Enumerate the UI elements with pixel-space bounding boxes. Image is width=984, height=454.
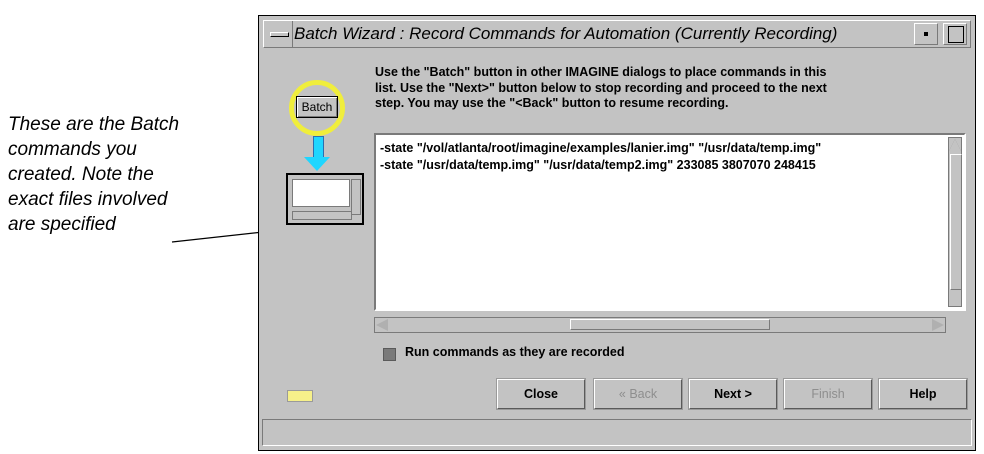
horizontal-scroll-thumb[interactable] <box>570 319 770 330</box>
scroll-down-icon[interactable] <box>949 293 961 305</box>
scroll-up-icon[interactable] <box>949 139 961 151</box>
down-arrow-icon <box>313 136 324 159</box>
close-button[interactable]: Close <box>497 379 585 409</box>
horizontal-scrollbar[interactable] <box>374 317 946 333</box>
command-item[interactable]: -state "/vol/atlanta/root/imagine/exampl… <box>380 140 944 157</box>
vertical-scroll-thumb[interactable] <box>950 154 962 290</box>
back-button[interactable]: « Back <box>594 379 682 409</box>
title-separator <box>292 21 293 47</box>
command-list[interactable]: -state "/vol/atlanta/root/imagine/exampl… <box>380 140 944 174</box>
scroll-right-icon[interactable] <box>932 319 944 331</box>
annotation-line: created. Note the <box>8 164 154 185</box>
command-item[interactable]: -state "/usr/data/temp.img" "/usr/data/t… <box>380 157 944 174</box>
scroll-left-icon[interactable] <box>376 319 388 331</box>
instruction-line: step. You may use the "<Back" button to … <box>375 96 729 110</box>
help-button[interactable]: Help <box>879 379 967 409</box>
annotation-line: commands you <box>8 139 137 160</box>
title-bar[interactable]: Batch Wizard : Record Commands for Autom… <box>263 20 971 48</box>
batch-wizard-window: Batch Wizard : Record Commands for Autom… <box>258 15 976 451</box>
next-button[interactable]: Next > <box>689 379 777 409</box>
command-list-box[interactable]: -state "/vol/atlanta/root/imagine/exampl… <box>374 133 966 311</box>
instructions-text: Use the "Batch" button in other IMAGINE … <box>375 65 965 112</box>
instruction-line: list. Use the "Next>" button below to st… <box>375 80 827 95</box>
annotation-line: are specified <box>8 214 116 235</box>
annotation-line: These are the Batch <box>8 114 180 135</box>
down-arrow-icon-head <box>304 157 330 171</box>
status-bar <box>262 419 972 446</box>
vertical-scrollbar[interactable] <box>948 137 962 307</box>
status-indicator <box>287 390 313 402</box>
batch-button-illustration: Batch <box>296 96 338 118</box>
run-as-recorded-checkbox[interactable] <box>383 348 396 361</box>
window-menu-button[interactable] <box>268 24 290 44</box>
finish-button[interactable]: Finish <box>784 379 872 409</box>
maximize-button[interactable] <box>943 23 967 45</box>
annotation-callout: These are the Batch commands you created… <box>8 112 238 237</box>
window-title: Batch Wizard : Record Commands for Autom… <box>294 24 838 43</box>
instruction-line: Use the "Batch" button in other IMAGINE … <box>375 65 827 79</box>
list-illustration-icon <box>286 173 364 225</box>
annotation-line: exact files involved <box>8 189 168 210</box>
run-as-recorded-label: Run commands as they are recorded <box>405 345 625 359</box>
minimize-button[interactable] <box>914 23 938 45</box>
